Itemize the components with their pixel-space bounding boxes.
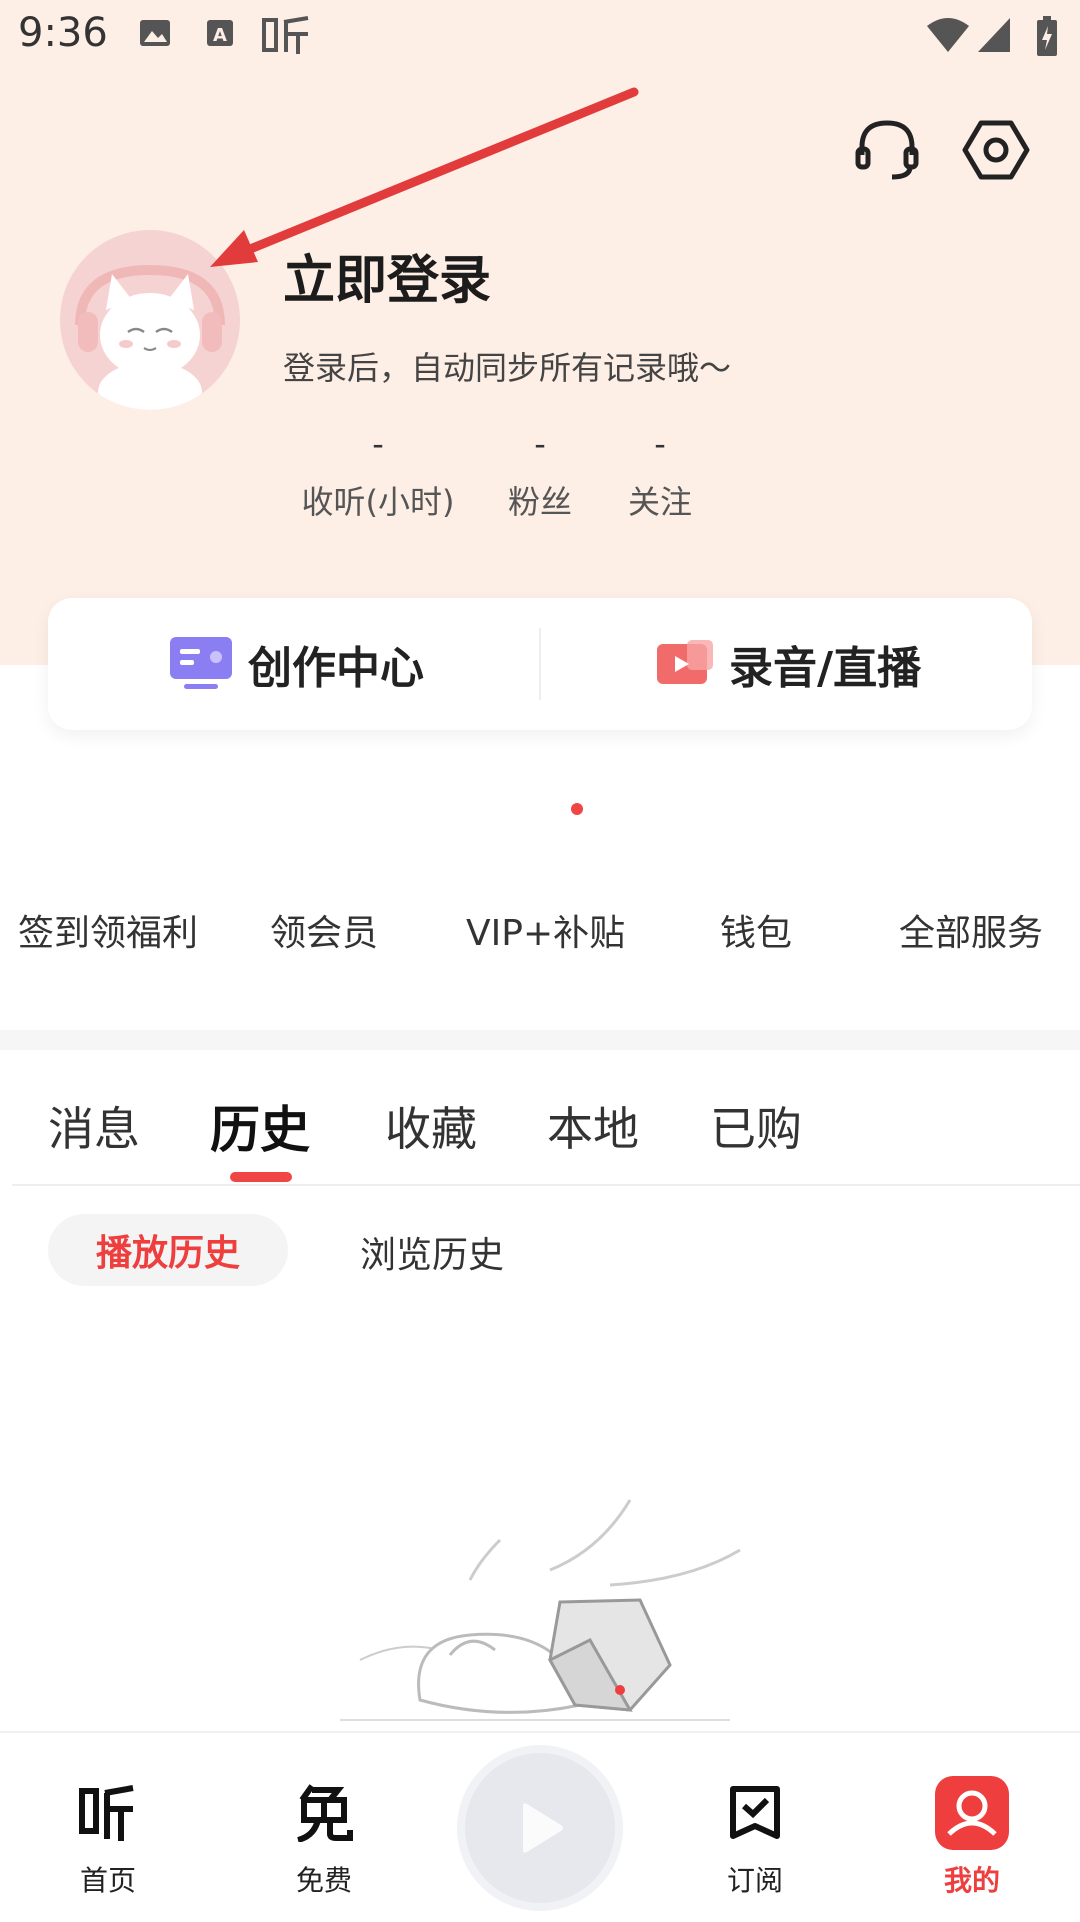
nav-free[interactable]: 免费 (264, 1773, 384, 1899)
section-separator (0, 1030, 1080, 1050)
battery-icon (1037, 16, 1057, 56)
creator-card: 创作中心 录音/直播 (48, 598, 1032, 730)
headset-icon[interactable] (852, 115, 922, 185)
stat-label: 粉丝 (507, 483, 572, 521)
ting-icon (79, 1785, 134, 1841)
creator-center-label: 创作中心 (248, 643, 424, 694)
user-icon (935, 1776, 1009, 1850)
service-membership[interactable]: 领会员 (270, 904, 378, 956)
nav-home[interactable]: 首页 (48, 1773, 168, 1899)
tab-favorites[interactable]: 收藏 (385, 1093, 477, 1159)
a-icon: A (207, 20, 233, 46)
bottom-nav: 首页 免费 订阅 我的 (0, 1731, 1080, 1922)
stat-listen-hours[interactable]: - 收听(小时) (298, 425, 458, 523)
stat-value: - (372, 425, 384, 463)
signal-icon (978, 18, 1010, 52)
subtab-browse-history[interactable]: 浏览历史 (360, 1226, 504, 1278)
record-video-icon (657, 640, 713, 684)
empty-state-illustration (340, 1499, 741, 1721)
status-bar: 9:36 A (0, 0, 1080, 72)
stat-value: - (534, 425, 546, 463)
tabs-divider (12, 1184, 1080, 1186)
stat-fans[interactable]: - 粉丝 (500, 425, 580, 523)
bookmark-check-icon (730, 1786, 780, 1839)
active-tab-indicator (230, 1172, 292, 1182)
svg-text:A: A (213, 25, 227, 46)
nav-subscribe[interactable]: 订阅 (695, 1773, 815, 1899)
card-divider (539, 628, 541, 700)
nav-home-label: 首页 (79, 1864, 136, 1897)
tab-purchased[interactable]: 已购 (710, 1093, 802, 1159)
nav-mine-label: 我的 (943, 1864, 1000, 1897)
stat-label: 关注 (627, 483, 692, 521)
stat-following[interactable]: - 关注 (620, 425, 700, 523)
tab-messages[interactable]: 消息 (48, 1093, 140, 1159)
settings-icon[interactable] (961, 115, 1031, 185)
wifi-icon (927, 18, 969, 52)
stat-label: 收听(小时) (301, 483, 455, 521)
subtab-play-history[interactable]: 播放历史 (48, 1214, 288, 1286)
stat-value: - (654, 425, 666, 463)
image-icon (140, 20, 170, 46)
service-vip-subsidy[interactable]: VIP+补贴 (466, 904, 625, 956)
login-title[interactable]: 立即登录 (283, 238, 491, 313)
play-icon (523, 1803, 563, 1853)
ting-app-icon (262, 16, 309, 54)
mian-icon (297, 1784, 353, 1842)
avatar[interactable] (60, 230, 240, 410)
login-subtitle: 登录后，自动同步所有记录哦～ (283, 349, 732, 387)
creator-center-button[interactable]: 创作中心 (170, 598, 424, 730)
status-time: 9:36 (18, 10, 108, 56)
nav-subscribe-label: 订阅 (726, 1864, 783, 1897)
record-live-button[interactable]: 录音/直播 (657, 598, 921, 730)
cat-avatar-icon (60, 230, 240, 410)
service-wallet[interactable]: 钱包 (720, 904, 792, 956)
record-live-label: 录音/直播 (729, 643, 922, 694)
play-button[interactable] (465, 1753, 615, 1903)
service-checkin[interactable]: 签到领福利 (18, 904, 198, 956)
creator-icon (170, 637, 232, 689)
nav-mine[interactable]: 我的 (912, 1773, 1032, 1899)
tab-local[interactable]: 本地 (547, 1093, 639, 1159)
service-all[interactable]: 全部服务 (899, 904, 1043, 956)
nav-free-label: 免费 (295, 1864, 352, 1897)
carousel-indicator-dot (571, 803, 583, 815)
tab-history[interactable]: 历史 (210, 1090, 310, 1162)
